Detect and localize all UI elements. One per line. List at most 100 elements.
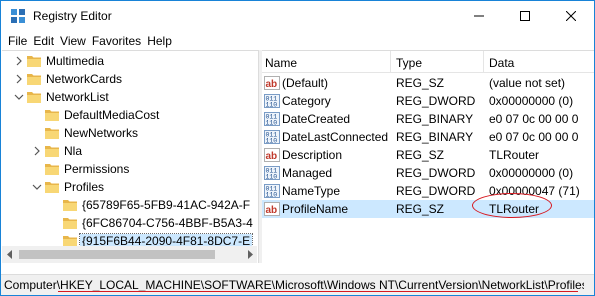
svg-text:110: 110 [266, 102, 278, 109]
annotation-underline [58, 291, 578, 292]
list-item[interactable]: 011 110 Category REG_DWORD 0x00000000 (0) [262, 92, 594, 110]
column-header-data[interactable]: Data [489, 56, 514, 70]
tree-item-label: NewNetworks [64, 126, 139, 140]
chevron-right-icon[interactable] [14, 73, 24, 85]
tree-item[interactable]: NetworkCards [2, 70, 258, 88]
minimize-button[interactable] [456, 1, 502, 31]
svg-text:110: 110 [266, 192, 278, 199]
close-icon [566, 11, 576, 21]
svg-text:ab: ab [266, 205, 278, 216]
tree-item-label: {65789F65-5FB9-41AC-942A-F [82, 198, 251, 212]
tree-scroll-thumb[interactable] [19, 250, 215, 259]
svg-text:110: 110 [266, 174, 278, 181]
value-name: Category [282, 94, 331, 108]
tree-horizontal-scrollbar[interactable] [2, 246, 257, 263]
list-item[interactable]: 011 110 DateCreated REG_BINARY e0 07 0c 00 0… [262, 110, 594, 128]
folder-icon [45, 128, 59, 139]
close-button[interactable] [548, 1, 594, 31]
binary-value-icon: 011110 [264, 112, 280, 127]
menu-edit[interactable]: Edit [30, 31, 57, 51]
list-item[interactable]: ab (Default) REG_SZ (value not set) [262, 74, 594, 92]
tree-item[interactable]: Nla [2, 142, 258, 160]
registry-editor-icon [11, 9, 25, 23]
tree-item-label: {6FC86704-C756-4BBF-B5A3-4 [82, 216, 253, 230]
svg-text:110: 110 [266, 120, 278, 127]
folder-icon [63, 218, 77, 229]
column-header-name[interactable]: Name [265, 56, 297, 70]
chevron-down-icon[interactable] [32, 181, 42, 193]
value-type: REG_SZ [396, 76, 445, 90]
tree-item[interactable]: NewNetworks [2, 124, 258, 142]
maximize-button[interactable] [502, 1, 548, 31]
value-name: NameType [282, 184, 341, 198]
tree-item[interactable]: {6FC86704-C756-4BBF-B5A3-4 [2, 214, 258, 232]
tree-item-label: Permissions [64, 162, 130, 176]
value-data: (value not set) [489, 76, 566, 90]
annotation-ellipse [472, 193, 552, 218]
menu-file[interactable]: File [5, 31, 30, 51]
list-item[interactable]: ab Description REG_SZ TLRouter [262, 146, 594, 164]
chevron-down-icon[interactable] [14, 91, 24, 103]
binary-value-icon: 011110 [264, 130, 280, 145]
menu-bar: File Edit View Favorites Help [1, 31, 594, 51]
tree-item[interactable]: NetworkList [2, 88, 258, 106]
folder-open-icon [45, 182, 59, 193]
minimize-icon [474, 15, 484, 17]
list-header: Name Type Data [262, 51, 594, 73]
tree-item[interactable]: Permissions [2, 160, 258, 178]
binary-value-icon: 011110 [264, 166, 280, 181]
tree-item[interactable]: Multimedia [2, 52, 258, 70]
string-value-icon: ab [264, 202, 280, 216]
column-divider[interactable] [390, 51, 391, 73]
registry-editor-window: Registry Editor File Edit View Favorites… [0, 0, 595, 296]
tree-item[interactable]: {65789F65-5FB9-41AC-942A-F [2, 196, 258, 214]
value-type: REG_BINARY [396, 112, 474, 126]
folder-icon [45, 164, 59, 175]
string-value-icon: ab [264, 148, 280, 162]
list-item[interactable]: 011 110 DateLastConnected REG_BINARY e0 07 0… [262, 128, 594, 146]
registry-values-list: Name Type Data ab (Default) REG_SZ (value n… [262, 50, 594, 263]
folder-icon [27, 74, 41, 85]
value-type: REG_SZ [396, 202, 445, 216]
folder-icon [45, 110, 59, 121]
scroll-left-icon[interactable] [6, 250, 14, 259]
title-bar[interactable]: Registry Editor [1, 1, 594, 31]
tree-item-label: Profiles [64, 180, 105, 194]
chevron-right-icon[interactable] [14, 55, 24, 67]
value-name: DateLastConnected [282, 130, 389, 144]
column-divider[interactable] [483, 51, 484, 73]
folder-open-icon [27, 92, 41, 103]
menu-view[interactable]: View [57, 31, 89, 51]
menu-favorites[interactable]: Favorites [89, 31, 144, 51]
value-name: Managed [282, 166, 333, 180]
registry-path: Computer\HKEY_LOCAL_MACHINE\SOFTWARE\Mic… [4, 278, 584, 292]
svg-text:ab: ab [266, 151, 278, 162]
window-title: Registry Editor [33, 9, 112, 23]
tree-item[interactable]: DefaultMediaCost [2, 106, 258, 124]
value-data: TLRouter [489, 148, 540, 162]
folder-icon [27, 56, 41, 67]
list-item[interactable]: 011 110 Managed REG_DWORD 0x00000000 (0) [262, 164, 594, 182]
binary-value-icon: 011110 [264, 94, 280, 109]
value-type: REG_DWORD [396, 94, 476, 108]
chevron-right-icon[interactable] [32, 145, 42, 157]
maximize-icon [520, 11, 530, 21]
svg-text:ab: ab [266, 79, 278, 90]
tree-item-label: Multimedia [46, 54, 105, 68]
value-name: ProfileName [282, 202, 349, 216]
value-name: Description [282, 148, 343, 162]
binary-value-icon: 011110 [264, 184, 280, 199]
registry-key-tree[interactable]: Multimedia NetworkCards NetworkList Default… [2, 50, 258, 263]
scroll-right-icon[interactable] [246, 250, 254, 259]
value-type: REG_SZ [396, 148, 445, 162]
tree-item[interactable]: Profiles [2, 178, 258, 196]
folder-icon [45, 146, 59, 157]
value-data: 0x00000000 (0) [489, 166, 574, 180]
menu-help[interactable]: Help [144, 31, 175, 51]
value-name: DateCreated [282, 112, 351, 126]
column-header-type[interactable]: Type [396, 56, 422, 70]
value-data: e0 07 0c 00 00 0 [489, 130, 579, 144]
tree-item-label: Nla [64, 144, 83, 158]
tree-item-label: NetworkCards [46, 72, 123, 86]
value-data: 0x00000000 (0) [489, 94, 574, 108]
